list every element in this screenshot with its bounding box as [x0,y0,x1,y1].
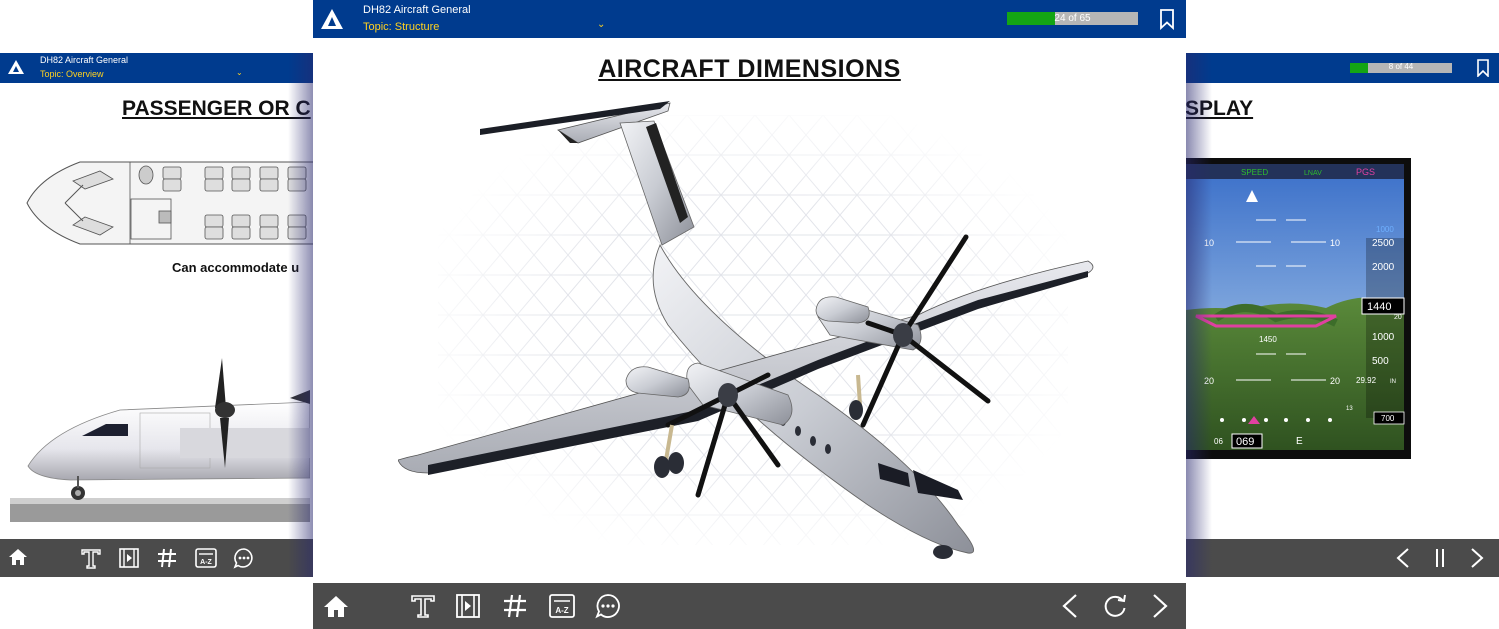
vertical-speed-readout: 700 [1381,414,1395,423]
course-title: DH82 Aircraft General [363,4,471,16]
video-icon[interactable] [455,593,481,619]
pause-icon[interactable] [1433,547,1447,569]
aircraft-isometric-illustration [398,101,1094,559]
topic-label[interactable]: Topic: Structure [363,21,439,33]
progress-bar: 24 of 65 [1007,12,1138,25]
glossary-az-icon[interactable]: A-Z [548,593,576,619]
pfd-misc-label: 13 [1346,406,1353,412]
aircraft-side-view [10,358,310,522]
page-title: PASSENGER OR C [122,97,311,120]
chevron-down-icon[interactable]: ⌄ [597,19,605,30]
glossary-az-icon[interactable]: A-Z [194,547,218,569]
heading-letter: E [1296,436,1303,447]
home-icon[interactable] [8,547,28,567]
course-title: DH82 Aircraft General [40,55,129,65]
progress-bar: 8 of 44 [1350,62,1452,73]
progress-text: 8 of 44 [1388,62,1414,71]
pitch-label-10-right: 10 [1330,238,1340,248]
slide-header: DH82 Aircraft General Topic: Structure ⌄… [313,0,1186,38]
card-shadow-right [1186,53,1212,577]
alt-top-readout: 1000 [1376,225,1394,234]
current-slide-card: DH82 Aircraft General Topic: Structure ⌄… [313,0,1186,629]
topic-label[interactable]: Topic: Overview [40,69,104,79]
primary-flight-display: SPEED LNAV PGS 10 10 20 20 1450 2500 200… [1186,158,1411,459]
pfd-speed-mode: SPEED [1241,168,1268,177]
slide-caption: Can accommodate u [172,260,300,275]
text-icon[interactable] [80,547,102,569]
cabin-layout-diagram [26,161,325,245]
alt-tape-1000: 1000 [1372,332,1395,343]
pfd-lateral-mode: LNAV [1304,170,1322,177]
pfd-pgs-mode: PGS [1356,167,1375,177]
svg-text:A-Z: A-Z [555,606,568,615]
alt-tape-2000: 2000 [1372,262,1395,273]
chat-icon[interactable] [233,547,255,569]
hash-icon[interactable] [502,593,528,619]
heading-tick: 06 [1214,437,1223,446]
bookmark-icon[interactable] [1158,8,1176,30]
home-icon[interactable] [323,594,349,618]
altitude-sub-readout: 20 [1394,314,1402,321]
chat-icon[interactable] [595,593,621,619]
reload-icon[interactable] [1102,593,1128,619]
pfd-alt-small: 1450 [1259,335,1277,344]
hash-icon[interactable] [156,547,178,569]
course-viewer: DH82 Aircraft General Topic: Overview ⌄ … [0,0,1499,629]
alt-tape-2500: 2500 [1372,238,1395,249]
chevron-right-icon[interactable] [1151,593,1169,619]
card-shadow-left [288,53,314,577]
pitch-label-20-right: 20 [1330,376,1340,386]
bookmark-icon[interactable] [1476,59,1490,77]
heading-readout: 069 [1236,436,1254,448]
alt-tape-500: 500 [1372,356,1389,367]
slide-footer: A-Z [313,583,1186,629]
baro-unit: IN [1390,379,1396,385]
text-icon[interactable] [410,593,436,619]
chevron-down-icon[interactable]: ⌄ [236,68,243,77]
page-title: AIRCRAFT DIMENSIONS [598,55,901,83]
aircraft-logo-icon [321,9,343,29]
altitude-readout: 1440 [1367,301,1391,313]
video-icon[interactable] [118,547,140,569]
chevron-left-icon[interactable] [1061,593,1079,619]
baro-setting: 29.92 [1356,376,1377,385]
progress-text: 24 of 65 [1054,13,1091,24]
svg-text:A-Z: A-Z [200,559,212,566]
chevron-left-icon[interactable] [1395,547,1411,569]
chevron-right-icon[interactable] [1469,547,1485,569]
aircraft-logo-icon [8,60,24,74]
